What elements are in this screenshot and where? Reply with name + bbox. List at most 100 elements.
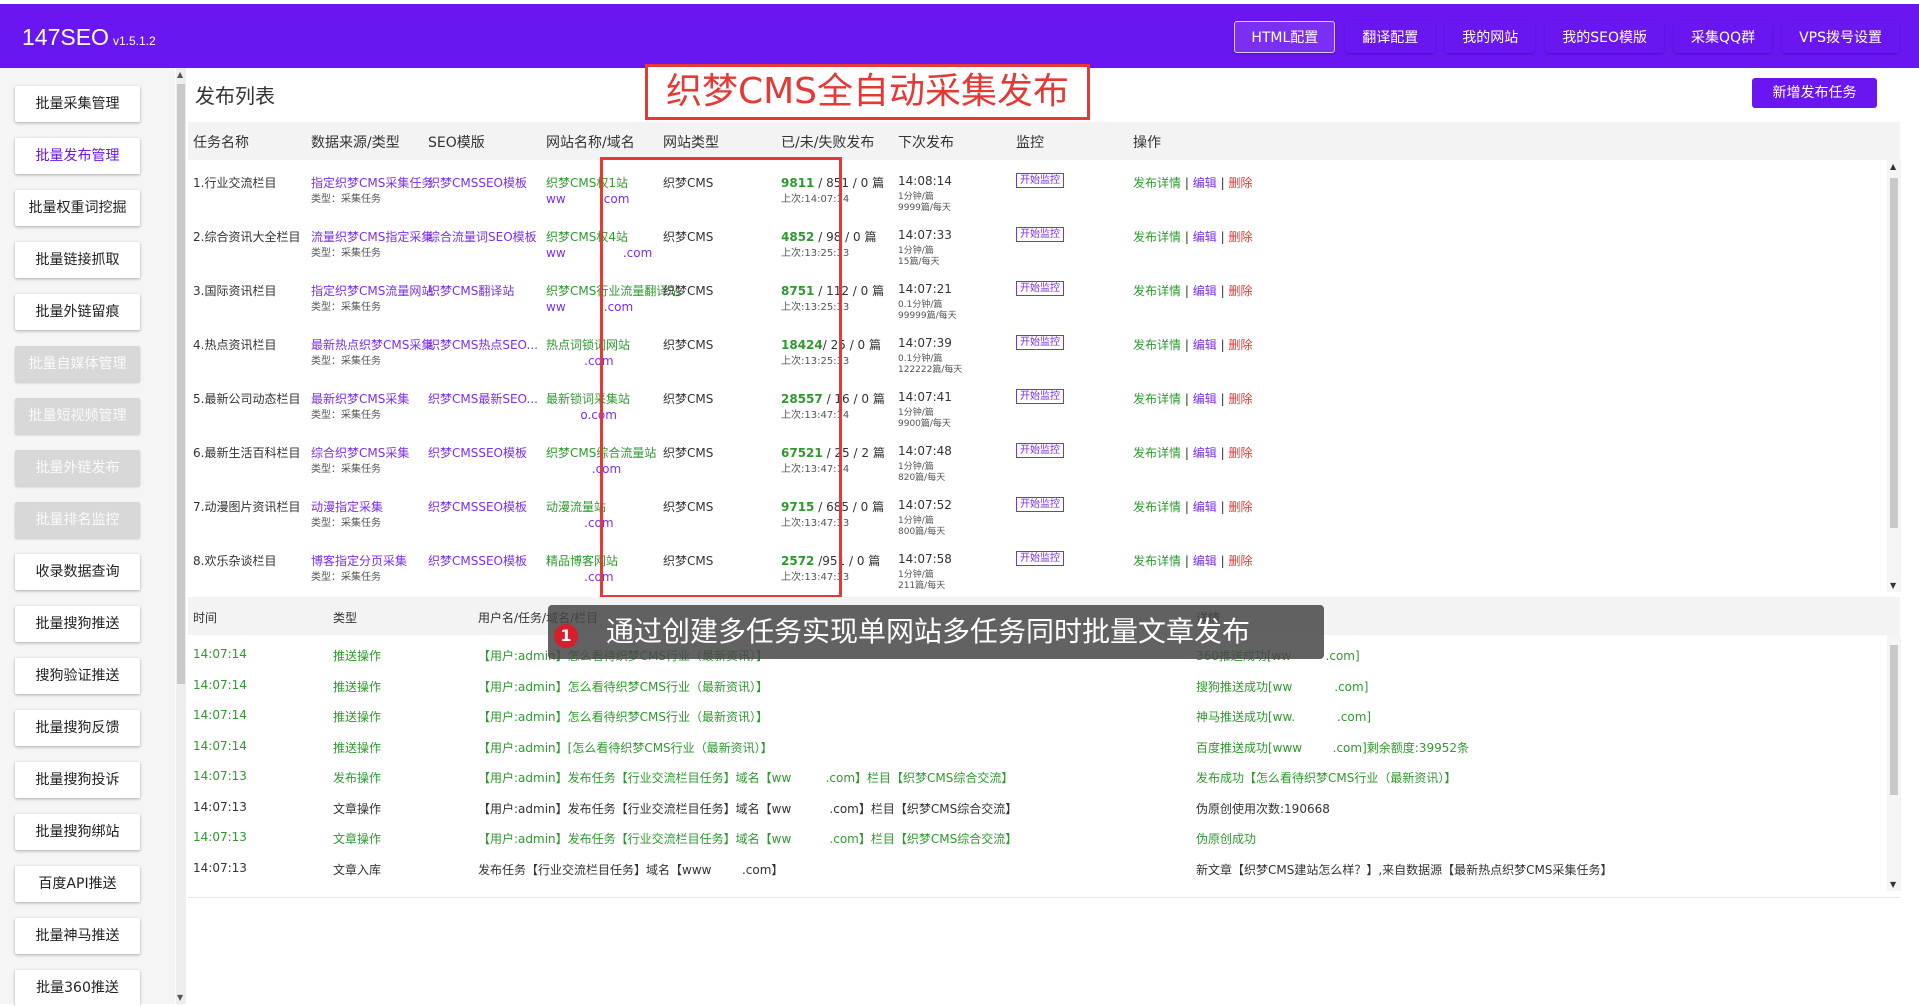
next-publish-time: 14:07:48 bbox=[898, 444, 952, 458]
nav-vps-dial[interactable]: VPS拨号设置 bbox=[1782, 21, 1899, 53]
scrollbar-thumb[interactable] bbox=[1890, 178, 1898, 528]
task-source-type: 类型：采集任务 bbox=[311, 410, 381, 421]
scroll-up-icon[interactable]: ▲ bbox=[1890, 162, 1896, 171]
edit-link[interactable]: 编辑 bbox=[1193, 500, 1217, 514]
publish-detail-link[interactable]: 发布详情 bbox=[1133, 500, 1181, 514]
sidebar-item[interactable]: 批量外链留痕 bbox=[15, 294, 140, 330]
sidebar-item[interactable]: 批量发布管理 bbox=[15, 138, 140, 174]
seo-template-link[interactable]: 织梦CMSSEO模板 bbox=[428, 552, 527, 569]
col-source: 数据来源/类型 bbox=[311, 135, 400, 151]
row-actions: 发布详情 | 编辑 | 删除 bbox=[1133, 228, 1252, 245]
edit-link[interactable]: 编辑 bbox=[1193, 176, 1217, 190]
sidebar-item[interactable]: 批量360推送 bbox=[15, 970, 140, 1006]
nav-seo-templates[interactable]: 我的SEO模版 bbox=[1545, 21, 1665, 53]
start-monitor-button[interactable]: 开始监控 bbox=[1016, 281, 1064, 296]
seo-template-link[interactable]: 织梦CMS最新SEO... bbox=[428, 390, 538, 407]
task-source-link[interactable]: 综合织梦CMS采集 bbox=[311, 444, 409, 461]
feature-tooltip: 通过创建多任务实现单网站多任务同时批量文章发布 bbox=[548, 605, 1324, 659]
task-source-link[interactable]: 博客指定分页采集 bbox=[311, 552, 407, 569]
sidebar-item[interactable]: 批量搜狗反馈 bbox=[15, 710, 140, 746]
top-bar: 147SEO v1.5.1.2 HTML配置 翻译配置 我的网站 我的SEO模版 … bbox=[0, 4, 1919, 68]
scrollbar-thumb[interactable] bbox=[1890, 645, 1898, 795]
site-name-link[interactable]: 动漫流量站 bbox=[546, 498, 606, 515]
sidebar-item[interactable]: 批量神马推送 bbox=[15, 918, 140, 954]
delete-link[interactable]: 删除 bbox=[1228, 446, 1252, 460]
delete-link[interactable]: 删除 bbox=[1228, 554, 1252, 568]
col-monitor: 监控 bbox=[1016, 135, 1044, 151]
delete-link[interactable]: 删除 bbox=[1228, 500, 1252, 514]
start-monitor-button[interactable]: 开始监控 bbox=[1016, 335, 1064, 350]
sidebar-item[interactable]: 搜狗验证推送 bbox=[15, 658, 140, 694]
start-monitor-button[interactable]: 开始监控 bbox=[1016, 173, 1064, 188]
sidebar-item[interactable]: 收录数据查询 bbox=[15, 554, 140, 590]
seo-template-link[interactable]: 织梦CMSSEO模板 bbox=[428, 444, 527, 461]
row-actions: 发布详情 | 编辑 | 删除 bbox=[1133, 336, 1252, 353]
seo-template-link[interactable]: 织梦CMSSEO模板 bbox=[428, 174, 527, 191]
scroll-down-icon[interactable]: ▼ bbox=[177, 993, 183, 1002]
col-seo-template: SEO模版 bbox=[428, 135, 485, 151]
scroll-up-icon[interactable]: ▲ bbox=[177, 70, 183, 79]
sidebar-item[interactable]: 批量采集管理 bbox=[15, 86, 140, 122]
sidebar-item: 批量短视频管理 bbox=[15, 398, 140, 434]
scroll-down-icon[interactable]: ▼ bbox=[1890, 581, 1896, 590]
log-type: 文章操作 bbox=[333, 832, 382, 846]
task-table-scrollbar[interactable]: ▲ ▼ bbox=[1887, 160, 1901, 592]
task-source-type: 类型：采集任务 bbox=[311, 356, 381, 367]
sidebar-item[interactable]: 批量搜狗绑站 bbox=[15, 814, 140, 850]
sidebar-item[interactable]: 百度API推送 bbox=[15, 866, 140, 902]
delete-link[interactable]: 删除 bbox=[1228, 338, 1252, 352]
task-source-link[interactable]: 指定织梦CMS采集任务 bbox=[311, 174, 433, 191]
edit-link[interactable]: 编辑 bbox=[1193, 284, 1217, 298]
seo-template-link[interactable]: 综合流量词SEO模板 bbox=[428, 228, 537, 245]
scroll-down-icon[interactable]: ▼ bbox=[1890, 880, 1896, 889]
sidebar-item[interactable]: 批量搜狗推送 bbox=[15, 606, 140, 642]
publish-detail-link[interactable]: 发布详情 bbox=[1133, 392, 1181, 406]
publish-detail-link[interactable]: 发布详情 bbox=[1133, 338, 1181, 352]
edit-link[interactable]: 编辑 bbox=[1193, 554, 1217, 568]
delete-link[interactable]: 删除 bbox=[1228, 284, 1252, 298]
scrollbar-thumb[interactable] bbox=[177, 84, 185, 684]
sidebar-item: 批量自媒体管理 bbox=[15, 346, 140, 382]
app-logo: 147SEO v1.5.1.2 bbox=[22, 24, 156, 51]
task-source-link[interactable]: 动漫指定采集 bbox=[311, 498, 383, 515]
publish-detail-link[interactable]: 发布详情 bbox=[1133, 446, 1181, 460]
start-monitor-button[interactable]: 开始监控 bbox=[1016, 389, 1064, 404]
task-name: 7.动漫图片资讯栏目 bbox=[193, 500, 301, 514]
publish-detail-link[interactable]: 发布详情 bbox=[1133, 230, 1181, 244]
log-table-scrollbar[interactable]: ▼ bbox=[1887, 635, 1901, 891]
sidebar-item[interactable]: 批量搜狗投诉 bbox=[15, 762, 140, 798]
start-monitor-button[interactable]: 开始监控 bbox=[1016, 443, 1064, 458]
add-publish-task-button[interactable]: 新增发布任务 bbox=[1752, 78, 1877, 108]
seo-template-link[interactable]: 织梦CMS热点SEO... bbox=[428, 336, 538, 353]
nav-translate-config[interactable]: 翻译配置 bbox=[1345, 21, 1436, 53]
start-monitor-button[interactable]: 开始监控 bbox=[1016, 497, 1064, 512]
seo-template-link[interactable]: 织梦CMSSEO模板 bbox=[428, 498, 527, 515]
edit-link[interactable]: 编辑 bbox=[1193, 392, 1217, 406]
log-row: 14:07:13 文章操作 【用户:admin】发布任务【行业交流栏目任务】域名【w… bbox=[188, 823, 1888, 853]
delete-link[interactable]: 删除 bbox=[1228, 392, 1252, 406]
nav-html-config[interactable]: HTML配置 bbox=[1234, 21, 1336, 53]
next-publish-time: 14:07:58 bbox=[898, 552, 952, 566]
nav-my-sites[interactable]: 我的网站 bbox=[1445, 21, 1536, 53]
publish-detail-link[interactable]: 发布详情 bbox=[1133, 554, 1181, 568]
task-source-link[interactable]: 最新热点织梦CMS采集 bbox=[311, 336, 433, 353]
task-source-link[interactable]: 流量织梦CMS指定采集 bbox=[311, 228, 433, 245]
publish-detail-link[interactable]: 发布详情 bbox=[1133, 176, 1181, 190]
sidebar-item[interactable]: 批量权重词挖掘 bbox=[15, 190, 140, 226]
separator: | bbox=[1184, 338, 1189, 352]
sidebar-item[interactable]: 批量链接抓取 bbox=[15, 242, 140, 278]
edit-link[interactable]: 编辑 bbox=[1193, 338, 1217, 352]
nav-qq-group[interactable]: 采集QQ群 bbox=[1674, 21, 1773, 53]
task-source-link[interactable]: 最新织梦CMS采集 bbox=[311, 390, 409, 407]
log-type: 推送操作 bbox=[333, 679, 382, 694]
start-monitor-button[interactable]: 开始监控 bbox=[1016, 227, 1064, 242]
start-monitor-button[interactable]: 开始监控 bbox=[1016, 551, 1064, 566]
task-source-link[interactable]: 指定织梦CMS流量网站 bbox=[311, 282, 433, 299]
sidebar-scrollbar[interactable]: ▲ ▼ bbox=[176, 68, 186, 1004]
edit-link[interactable]: 编辑 bbox=[1193, 446, 1217, 460]
publish-detail-link[interactable]: 发布详情 bbox=[1133, 284, 1181, 298]
delete-link[interactable]: 删除 bbox=[1228, 176, 1252, 190]
edit-link[interactable]: 编辑 bbox=[1193, 230, 1217, 244]
seo-template-link[interactable]: 织梦CMS翻译站 bbox=[428, 282, 514, 299]
delete-link[interactable]: 删除 bbox=[1228, 230, 1252, 244]
